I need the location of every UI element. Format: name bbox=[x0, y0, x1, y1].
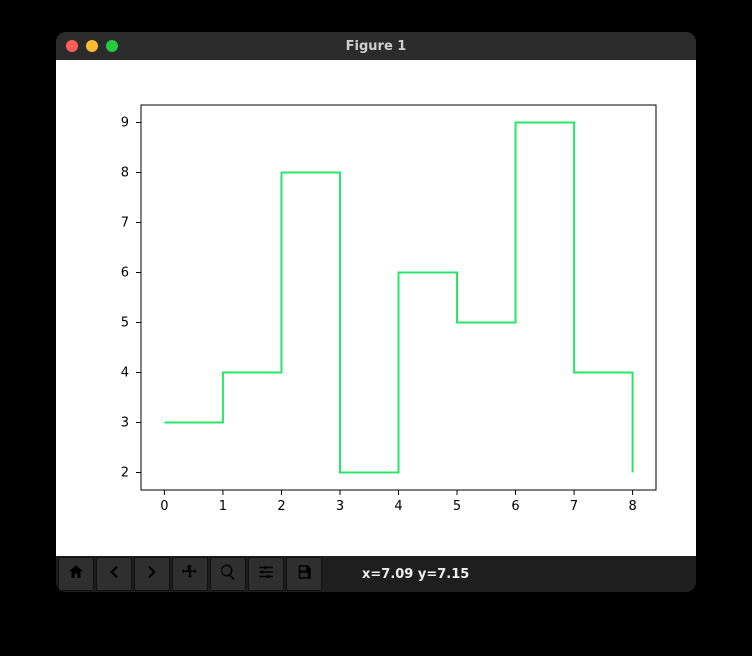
svg-text:5: 5 bbox=[121, 316, 129, 331]
home-icon bbox=[67, 563, 85, 585]
svg-text:6: 6 bbox=[511, 499, 519, 514]
cursor-coordinates: x=7.09 y=7.15 bbox=[362, 567, 469, 582]
svg-text:4: 4 bbox=[121, 366, 129, 381]
zoom-button[interactable] bbox=[210, 557, 246, 591]
toolbar: x=7.09 y=7.15 bbox=[56, 556, 696, 592]
forward-button[interactable] bbox=[134, 557, 170, 591]
svg-text:8: 8 bbox=[628, 499, 636, 514]
back-button[interactable] bbox=[96, 557, 132, 591]
save-icon bbox=[295, 563, 313, 585]
svg-text:8: 8 bbox=[121, 166, 129, 181]
svg-text:5: 5 bbox=[453, 499, 461, 514]
svg-text:4: 4 bbox=[394, 499, 402, 514]
sliders-icon bbox=[257, 563, 275, 585]
svg-text:3: 3 bbox=[336, 499, 344, 514]
move-icon bbox=[181, 563, 199, 585]
svg-text:2: 2 bbox=[121, 466, 129, 481]
window-title: Figure 1 bbox=[56, 39, 696, 54]
svg-text:7: 7 bbox=[121, 216, 129, 231]
plot-canvas[interactable]: 0 1 2 3 4 5 6 7 8 2 3 4 5 6 7 8 9 bbox=[56, 60, 696, 556]
svg-text:0: 0 bbox=[160, 499, 168, 514]
window-controls bbox=[66, 40, 118, 52]
fullscreen-icon[interactable] bbox=[106, 40, 118, 52]
svg-text:9: 9 bbox=[121, 116, 129, 131]
minimize-icon[interactable] bbox=[86, 40, 98, 52]
figure-window: Figure 1 0 1 2 3 4 5 6 7 8 2 3 4 5 6 7 8 9 bbox=[56, 32, 696, 592]
pan-button[interactable] bbox=[172, 557, 208, 591]
svg-text:7: 7 bbox=[570, 499, 578, 514]
svg-text:1: 1 bbox=[219, 499, 227, 514]
svg-text:6: 6 bbox=[121, 266, 129, 281]
step-plot: 0 1 2 3 4 5 6 7 8 2 3 4 5 6 7 8 9 bbox=[56, 60, 696, 556]
titlebar: Figure 1 bbox=[56, 32, 696, 60]
svg-text:2: 2 bbox=[277, 499, 285, 514]
arrow-right-icon bbox=[143, 563, 161, 585]
home-button[interactable] bbox=[58, 557, 94, 591]
svg-text:3: 3 bbox=[121, 416, 129, 431]
save-button[interactable] bbox=[286, 557, 322, 591]
arrow-left-icon bbox=[105, 563, 123, 585]
close-icon[interactable] bbox=[66, 40, 78, 52]
search-icon bbox=[219, 563, 237, 585]
configure-button[interactable] bbox=[248, 557, 284, 591]
